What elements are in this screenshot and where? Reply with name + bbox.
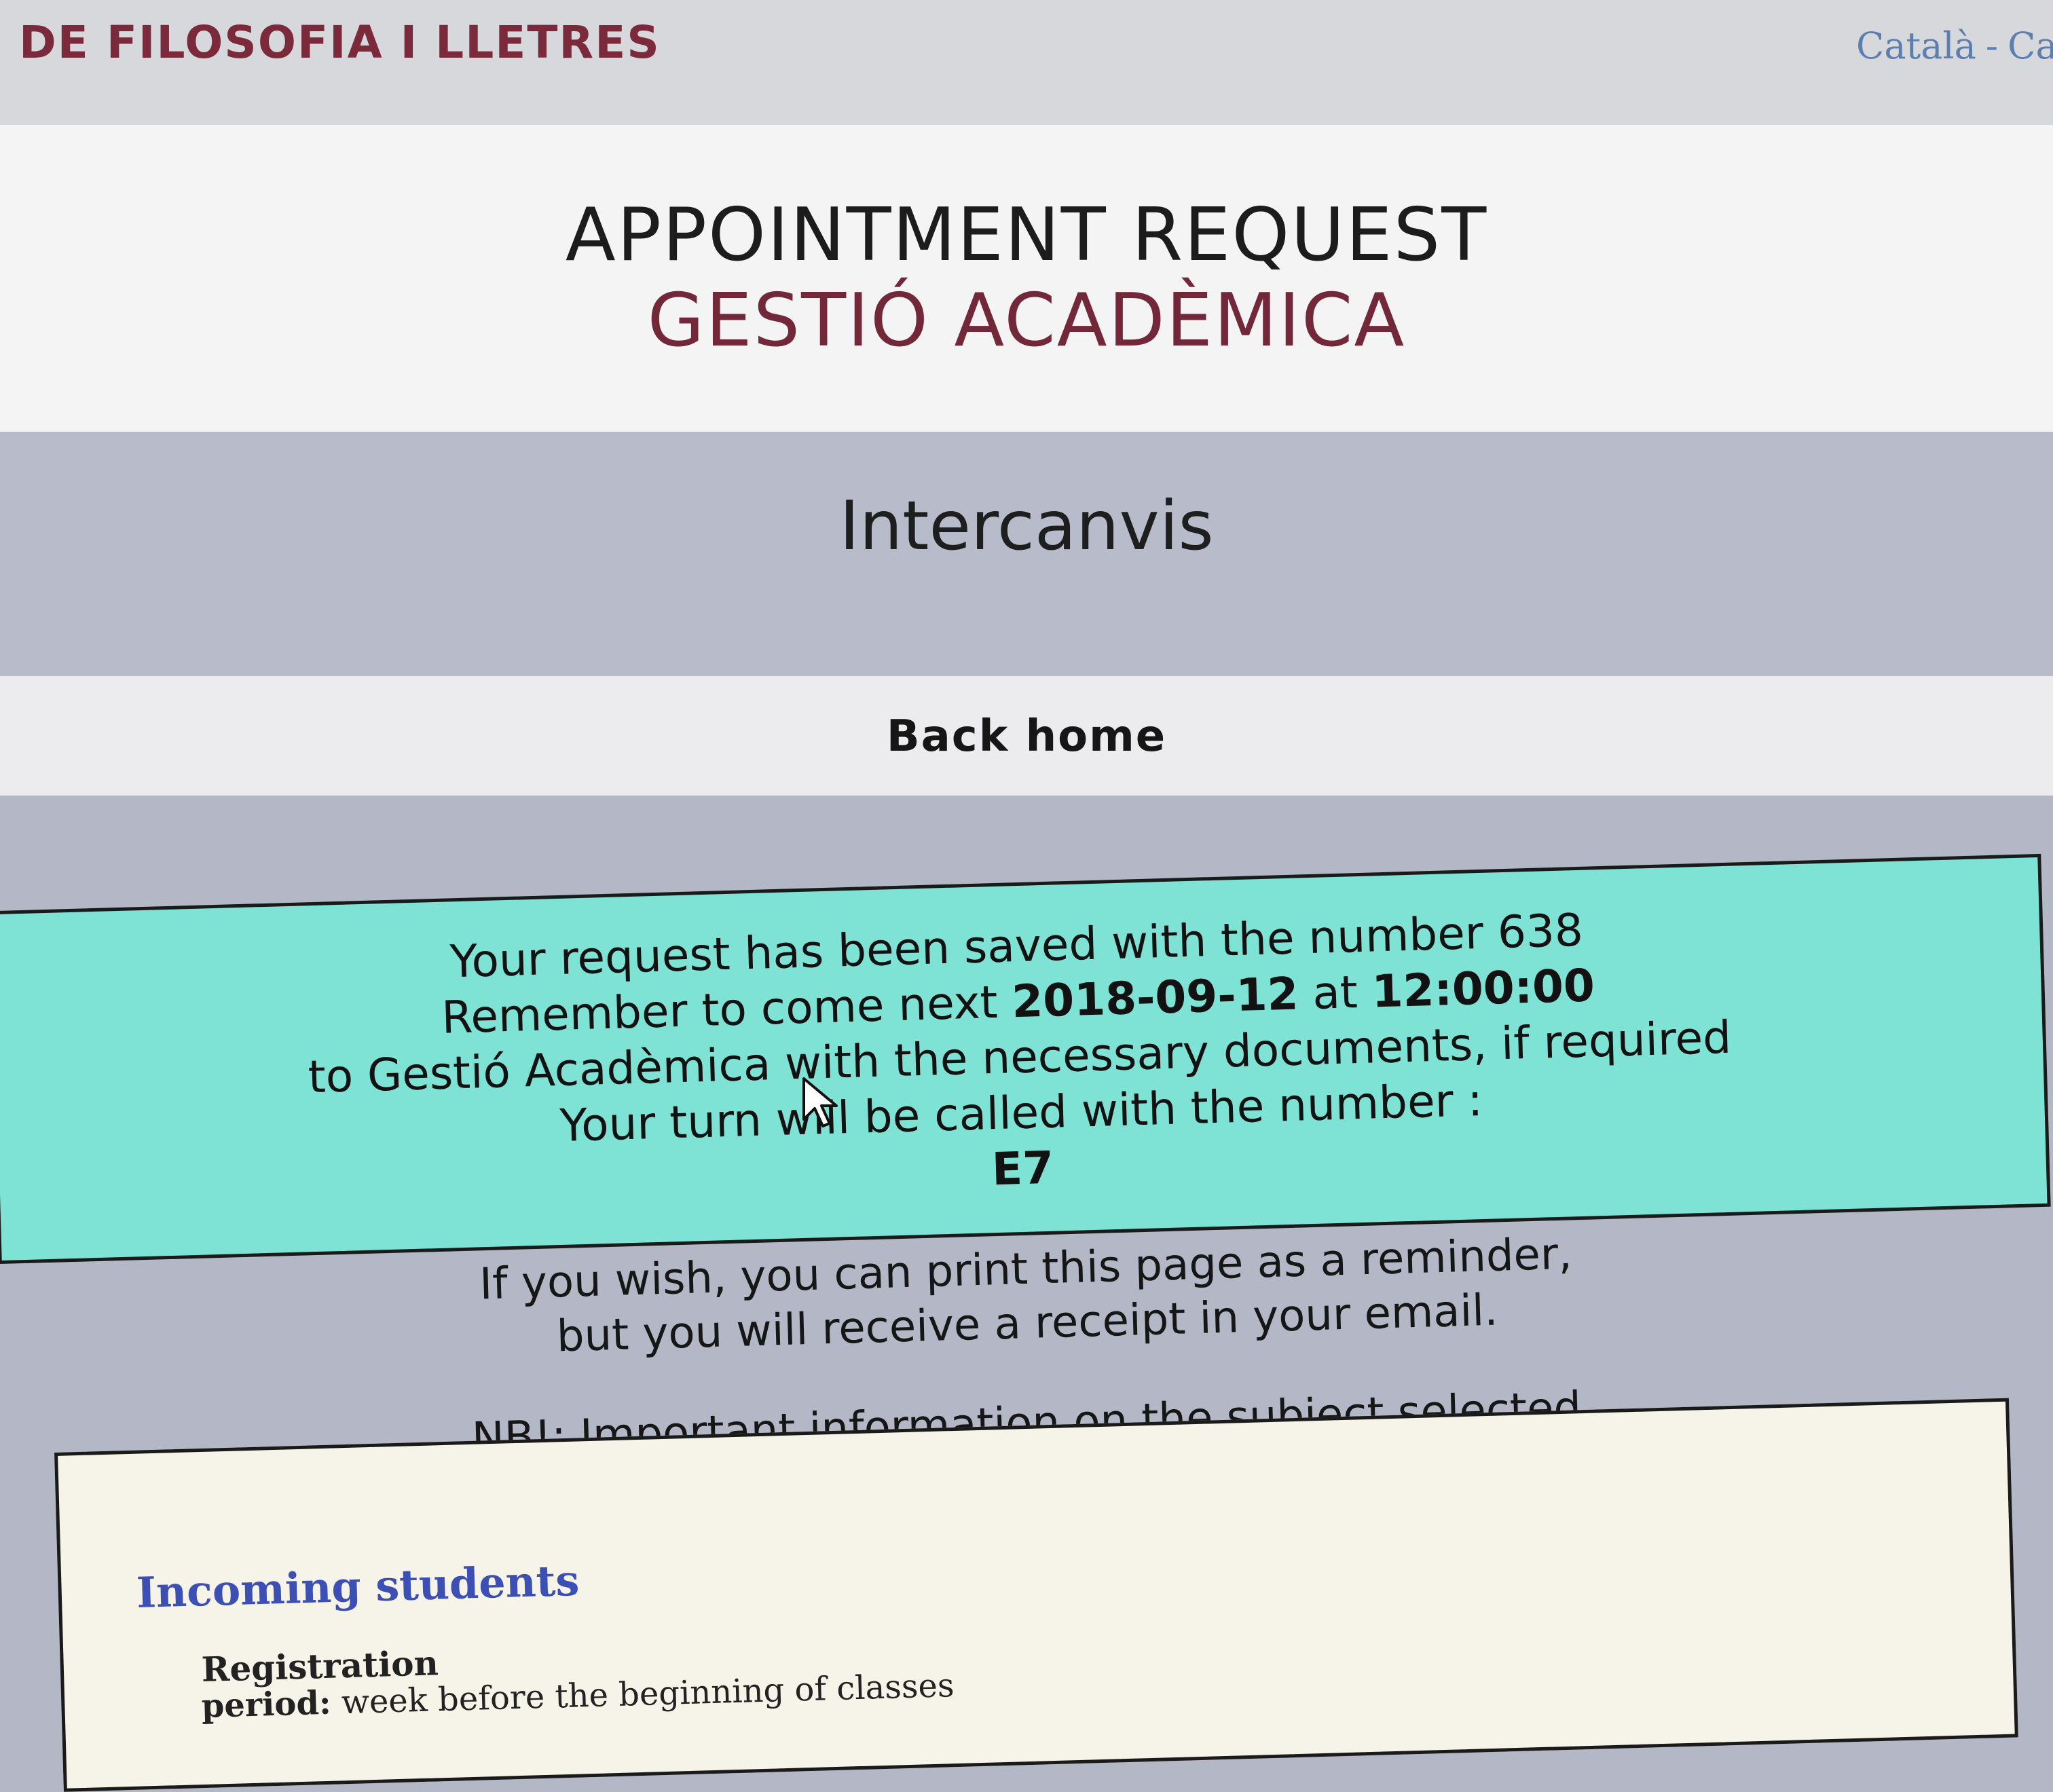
section-title: Intercanvis	[839, 486, 1214, 565]
language-selector: Català - Ca	[1856, 24, 2053, 67]
appointment-time: 12:00:00	[1371, 959, 1595, 1018]
mouse-cursor-icon	[802, 1077, 838, 1127]
period-label: period:	[201, 1683, 332, 1725]
language-link-catala[interactable]: Català	[1856, 24, 1976, 67]
appointment-date: 2018-09-12	[1011, 967, 1299, 1028]
language-separator: -	[1985, 24, 1999, 67]
language-link-castellano[interactable]: Ca	[2008, 24, 2053, 67]
section-band: Intercanvis	[0, 432, 2053, 676]
back-home-link[interactable]: Back home	[0, 711, 2053, 762]
page-header: APPOINTMENT REQUEST GESTIÓ ACADÈMICA	[0, 125, 2053, 432]
top-bar: DE FILOSOFIA I LLETRES Català - Ca	[0, 0, 2053, 125]
page-title: APPOINTMENT REQUEST	[565, 193, 1488, 278]
datetime-mid: at	[1297, 965, 1373, 1020]
page-subtitle: GESTIÓ ACADÈMICA	[647, 278, 1406, 363]
nav-bar: Back home	[0, 676, 2053, 796]
confirmation-notice: Your request has been saved with the num…	[0, 853, 2051, 1265]
faculty-name: DE FILOSOFIA I LLETRES	[19, 16, 661, 69]
